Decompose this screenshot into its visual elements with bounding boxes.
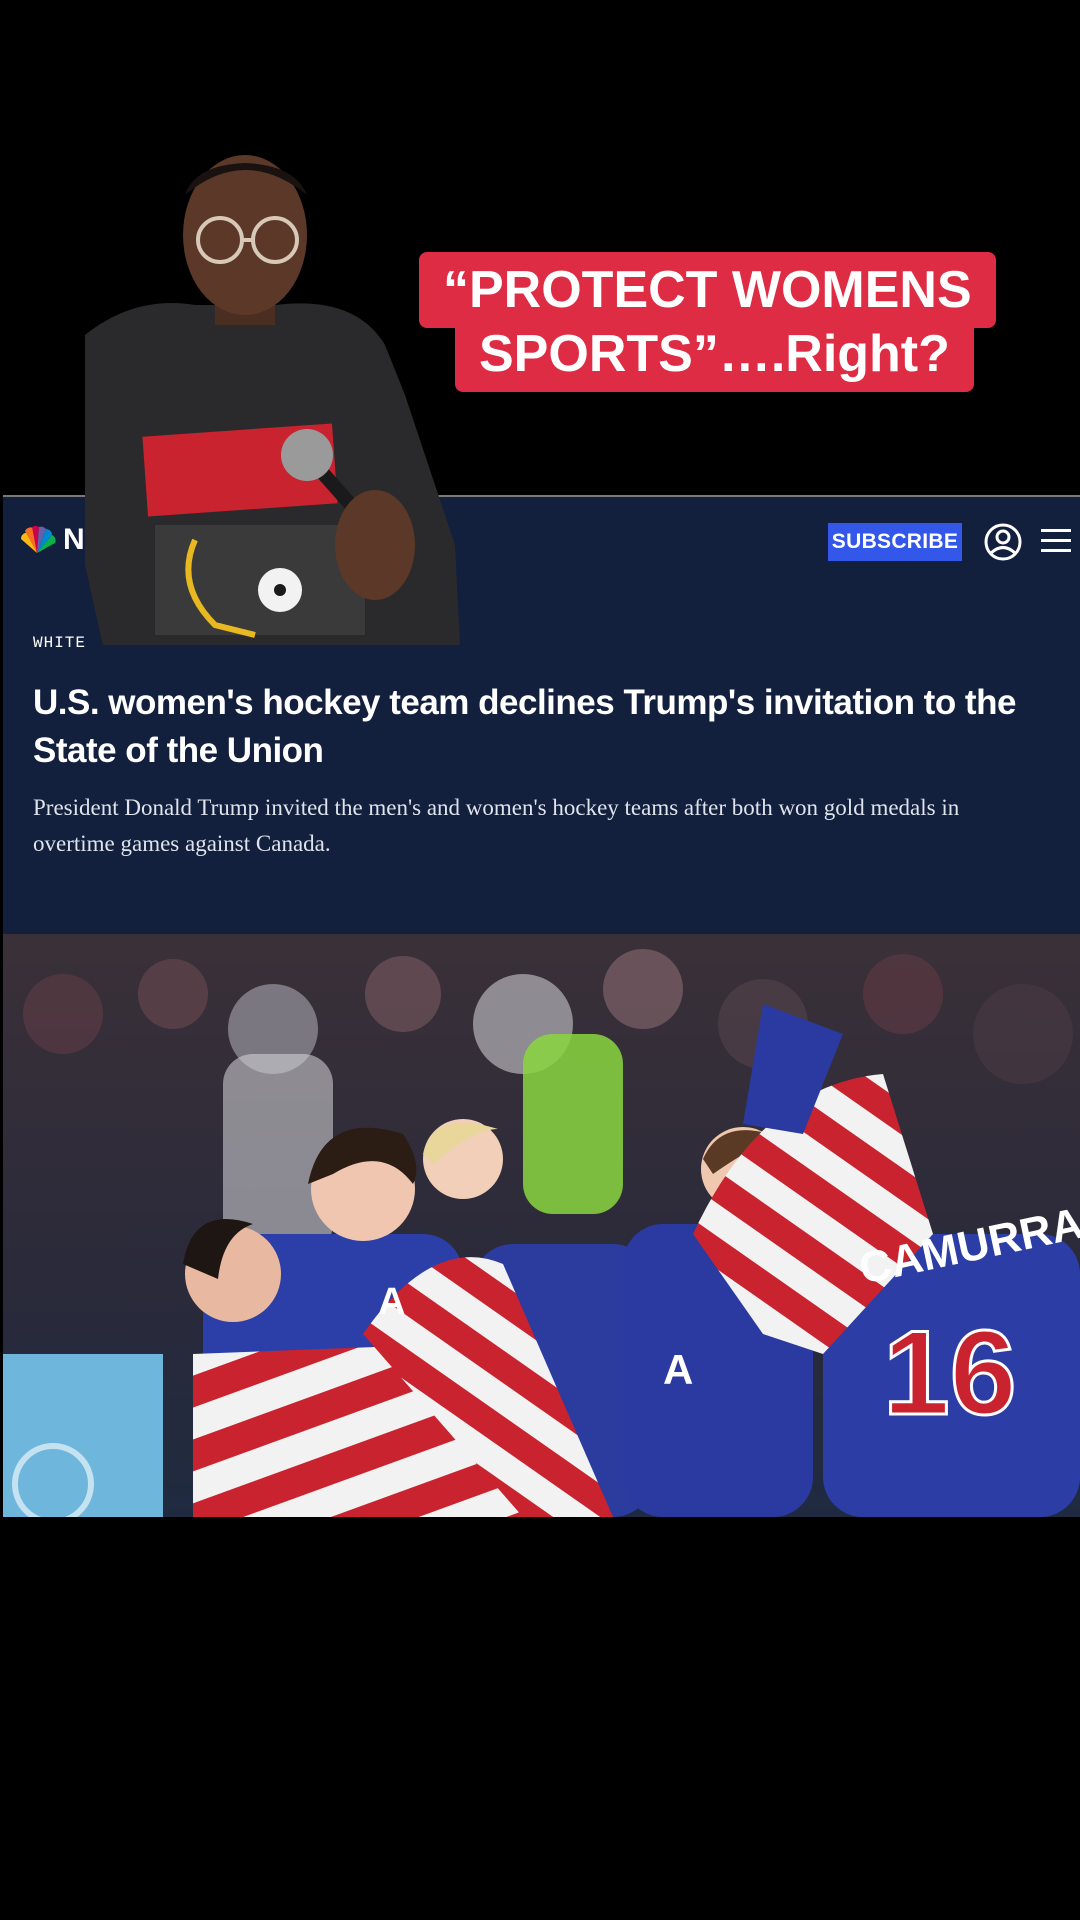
article-headline: U.S. women's hockey team declines Trump'… [33, 683, 1016, 770]
jersey-number: 16 [883, 1306, 1016, 1440]
hockey-celebration-photo: 16 CAMURRA A A [3, 934, 1080, 1517]
account-icon[interactable] [983, 522, 1023, 562]
caption-line-2: SPORTS”….Right? [455, 316, 974, 392]
video-frame: N SUBSCRIBE WHITE U.S. women's hockey te… [0, 0, 1080, 1920]
svg-text:A: A [378, 1281, 405, 1323]
article-card: N SUBSCRIBE WHITE U.S. women's hockey te… [3, 495, 1080, 1517]
subscribe-button[interactable]: SUBSCRIBE [828, 523, 962, 561]
person-with-microphone-icon [85, 155, 460, 645]
article-dek: President Donald Trump invited the men's… [33, 795, 960, 856]
svg-text:A: A [663, 1346, 693, 1393]
hamburger-menu-icon[interactable] [1041, 527, 1071, 555]
